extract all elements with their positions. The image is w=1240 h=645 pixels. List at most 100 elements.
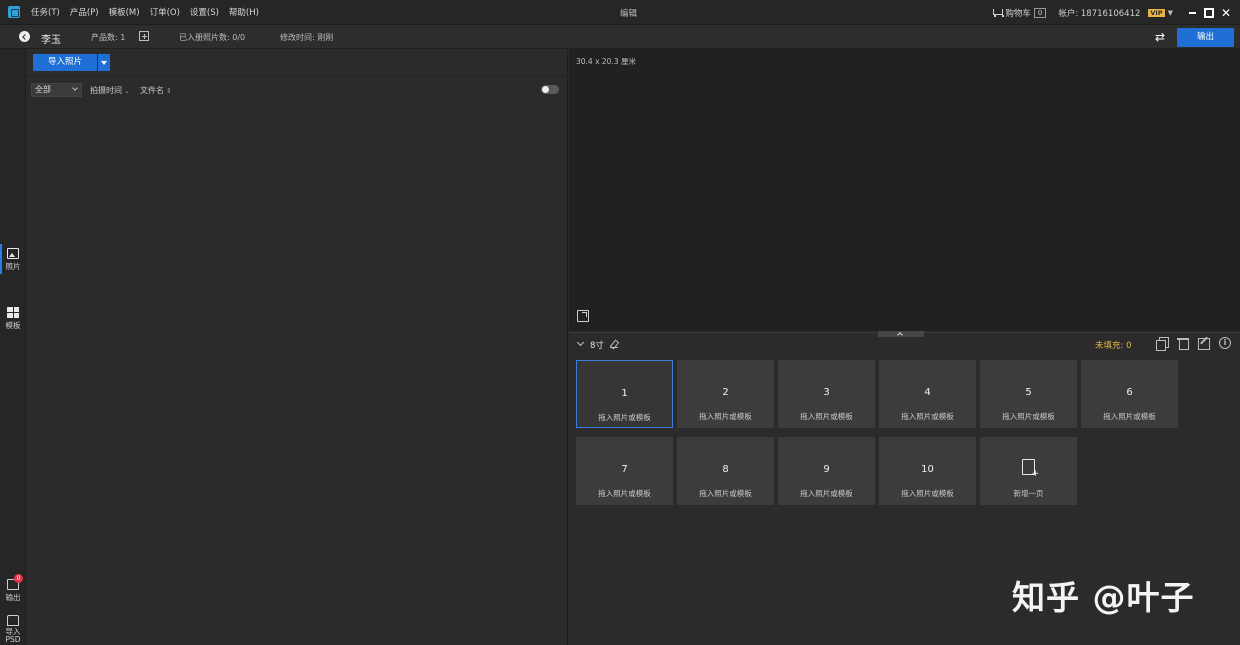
maximize-button[interactable] — [1202, 6, 1216, 20]
titlebar-right: 购物车 0 帐户: 18716106412 VIP ▼ ✕ — [992, 0, 1240, 25]
product-header: 李玉 产品数: 1 已入册照片数: 0/0 修改时间: 刚刚 ⇄ 输出 — [0, 25, 1240, 49]
page-number: 4 — [924, 387, 931, 398]
page-hint: 拖入照片或模板 — [901, 489, 954, 498]
watermark: 知乎 @叶子 — [1012, 578, 1195, 617]
import-photos-button[interactable]: 导入照片 — [33, 54, 97, 71]
modified-time: 修改时间: 刚刚 — [280, 33, 334, 42]
collapse-chevron-icon[interactable] — [576, 338, 585, 347]
account-dropdown-icon[interactable]: ▼ — [1168, 9, 1173, 17]
app-logo-icon — [8, 6, 20, 18]
template-icon — [7, 307, 19, 318]
page-number: 6 — [1126, 387, 1133, 398]
page-number: 8 — [722, 464, 729, 475]
page-tile[interactable]: 9 拖入照片或模板 — [778, 437, 875, 505]
vip-badge: VIP — [1148, 8, 1165, 17]
page-hint: 拖入照片或模板 — [699, 489, 752, 498]
rail-templates[interactable]: 模板 — [0, 307, 26, 331]
cart-label[interactable]: 购物车 — [1005, 7, 1031, 19]
preview-canvas: 30.4 x 20.3 厘米 — [569, 49, 1240, 331]
page-tile[interactable]: 1 拖入照片或模板 — [576, 360, 673, 428]
filter-value: 全部 — [35, 85, 51, 94]
unfilled-count: 未填充: 0 — [1095, 341, 1132, 351]
title-bar: 任务(T) 产品(P) 模板(M) 订单(O) 设置(S) 帮助(H) 编辑 购… — [0, 0, 1240, 25]
page-hint: 拖入照片或模板 — [800, 489, 853, 498]
trash-icon[interactable] — [1177, 337, 1189, 350]
menu-template[interactable]: 模板(M) — [109, 6, 140, 18]
page-number: 9 — [823, 464, 830, 475]
sort-icon: ⇕ — [166, 87, 172, 95]
page-hint: 拖入照片或模板 — [598, 413, 651, 422]
swap-icon[interactable]: ⇄ — [1151, 30, 1169, 44]
menu-settings[interactable]: 设置(S) — [190, 6, 219, 18]
page-hint: 拖入照片或模板 — [1103, 412, 1156, 421]
sort-by-time[interactable]: 拍摄时间 ⌄ — [90, 85, 130, 96]
cart-icon[interactable] — [992, 8, 1005, 17]
window-title: 编辑 — [620, 9, 638, 19]
rail-templates-label: 模板 — [5, 321, 21, 330]
in-album-count: 已入册照片数: 0/0 — [179, 33, 246, 42]
sort-by-name[interactable]: 文件名 ⇕ — [140, 85, 172, 96]
page-hint: 拖入照片或模板 — [901, 412, 954, 421]
page-number: 1 — [621, 388, 628, 399]
add-page-button[interactable]: 新增一页 — [980, 437, 1077, 505]
new-page-label: 新增一页 — [1013, 489, 1044, 498]
import-dropdown-button[interactable] — [98, 54, 110, 71]
sort-icon: ⌄ — [124, 87, 130, 95]
page-actions: i — [1156, 337, 1240, 351]
photo-panel: 导入照片 全部 拍摄时间 ⌄ 文件名 ⇕ — [26, 49, 568, 645]
menu-help[interactable]: 帮助(H) — [229, 6, 259, 18]
cart-count: 0 — [1033, 7, 1047, 18]
rename-pencil-icon[interactable] — [610, 340, 618, 348]
psd-import-icon — [7, 615, 19, 626]
page-tile[interactable]: 7 拖入照片或模板 — [576, 437, 673, 505]
page-tile[interactable]: 10 拖入照片或模板 — [879, 437, 976, 505]
menu-task[interactable]: 任务(T) — [31, 6, 60, 18]
rail-output-label: 输出 — [5, 593, 21, 602]
page-tile[interactable]: 4 拖入照片或模板 — [879, 360, 976, 428]
page-tile[interactable]: 3 拖入照片或模板 — [778, 360, 875, 428]
page-tile[interactable]: 5 拖入照片或模板 — [980, 360, 1077, 428]
rail-photos-label: 照片 — [5, 262, 21, 271]
page-number: 5 — [1025, 387, 1032, 398]
product-count: 产品数: 1 — [91, 33, 126, 42]
add-product-button[interactable] — [139, 31, 149, 41]
filter-select[interactable]: 全部 — [31, 83, 82, 97]
sort-time-label: 拍摄时间 — [90, 86, 122, 95]
page-number: 3 — [823, 387, 830, 398]
close-button[interactable]: ✕ — [1219, 6, 1233, 20]
panel-resize-handle[interactable] — [878, 331, 924, 337]
view-toggle[interactable] — [541, 85, 559, 94]
info-icon[interactable]: i — [1219, 337, 1231, 349]
page-tile[interactable]: 2 拖入照片或模板 — [677, 360, 774, 428]
product-name: 李玉 — [41, 35, 61, 46]
menu-bar: 任务(T) 产品(P) 模板(M) 订单(O) 设置(S) 帮助(H) — [31, 6, 269, 18]
back-button[interactable] — [19, 31, 30, 42]
new-page-icon — [1022, 459, 1039, 479]
menu-product[interactable]: 产品(P) — [70, 6, 99, 18]
page-hint: 拖入照片或模板 — [699, 412, 752, 421]
page-hint: 拖入照片或模板 — [800, 412, 853, 421]
divider — [26, 76, 568, 77]
menu-order[interactable]: 订单(O) — [150, 6, 180, 18]
expand-icon[interactable] — [577, 310, 589, 322]
edit-icon[interactable] — [1198, 337, 1210, 350]
minimize-button[interactable] — [1185, 6, 1199, 20]
account-label: 帐户: 18716106412 — [1058, 8, 1141, 19]
page-tile[interactable]: 6 拖入照片或模板 — [1081, 360, 1178, 428]
left-rail: 照片 模板 0 输出 导入 PSD — [0, 49, 26, 645]
rail-output[interactable]: 0 输出 — [0, 574, 26, 603]
rail-photos[interactable]: 照片 — [0, 244, 26, 274]
rail-import-psd[interactable]: 导入 PSD — [0, 615, 26, 644]
copy-icon[interactable] — [1156, 337, 1169, 351]
chevron-down-icon — [72, 85, 78, 91]
photo-icon — [7, 248, 19, 259]
export-button[interactable]: 输出 — [1177, 28, 1234, 47]
page-hint: 拖入照片或模板 — [1002, 412, 1055, 421]
sort-name-label: 文件名 — [140, 86, 164, 95]
canvas-size-label: 30.4 x 20.3 厘米 — [576, 57, 636, 66]
page-hint: 拖入照片或模板 — [598, 489, 651, 498]
page-number: 7 — [621, 464, 628, 475]
page-tile[interactable]: 8 拖入照片或模板 — [677, 437, 774, 505]
page-grid: 1 拖入照片或模板 2 拖入照片或模板 3 拖入照片或模板 4 拖入照片或模板 5 拖入照… — [576, 360, 1216, 505]
size-name: 8寸 — [590, 341, 604, 351]
